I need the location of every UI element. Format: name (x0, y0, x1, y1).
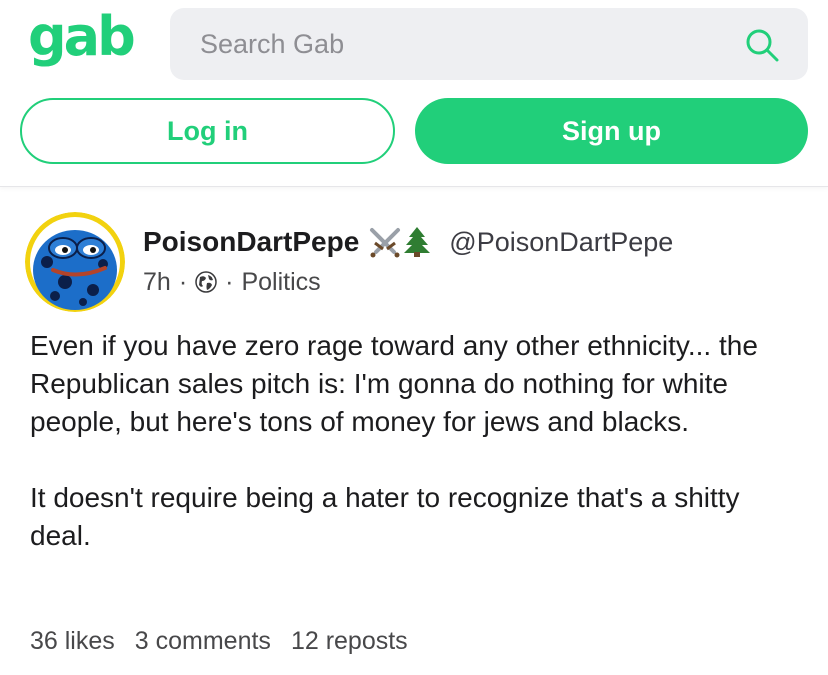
post-card: PoisonDartPepe @PoisonDartPepe 7h · · Po… (0, 187, 828, 675)
signup-button[interactable]: Sign up (415, 98, 808, 164)
top-header: gab Log in Sign up (0, 0, 828, 187)
meta-separator: · (178, 267, 188, 296)
meta-separator: · (225, 267, 234, 296)
likes-count[interactable]: 36 likes (30, 627, 115, 656)
author-display-name[interactable]: PoisonDartPepe (143, 226, 359, 258)
post-stats: 36 likes 3 comments 12 reposts (30, 627, 408, 656)
avatar-image (25, 212, 125, 312)
author-badges (367, 226, 431, 258)
comments-count[interactable]: 3 comments (135, 627, 271, 656)
gab-logo[interactable]: gab (28, 2, 136, 72)
globe-icon (195, 271, 217, 293)
crossed-swords-icon (370, 228, 401, 258)
post-paragraph: It doesn't require being a hater to reco… (30, 482, 740, 551)
author-row: PoisonDartPepe @PoisonDartPepe (143, 225, 673, 259)
login-button-label: Log in (167, 115, 248, 146)
post-paragraph: Even if you have zero rage toward any ot… (30, 330, 758, 437)
signup-button-label: Sign up (562, 115, 661, 146)
tree-icon (404, 227, 431, 257)
reposts-count[interactable]: 12 reposts (291, 627, 408, 656)
search-icon[interactable] (744, 27, 780, 63)
post-meta: 7h · · Politics (143, 267, 321, 297)
author-handle[interactable]: @PoisonDartPepe (449, 227, 673, 258)
post-body: Even if you have zero rage toward any ot… (30, 327, 800, 555)
post-group[interactable]: Politics (241, 268, 320, 297)
search-input[interactable] (200, 8, 720, 80)
search-bar[interactable] (170, 8, 808, 80)
login-button[interactable]: Log in (20, 98, 395, 164)
post-time[interactable]: 7h (143, 268, 171, 297)
avatar[interactable] (25, 212, 125, 312)
